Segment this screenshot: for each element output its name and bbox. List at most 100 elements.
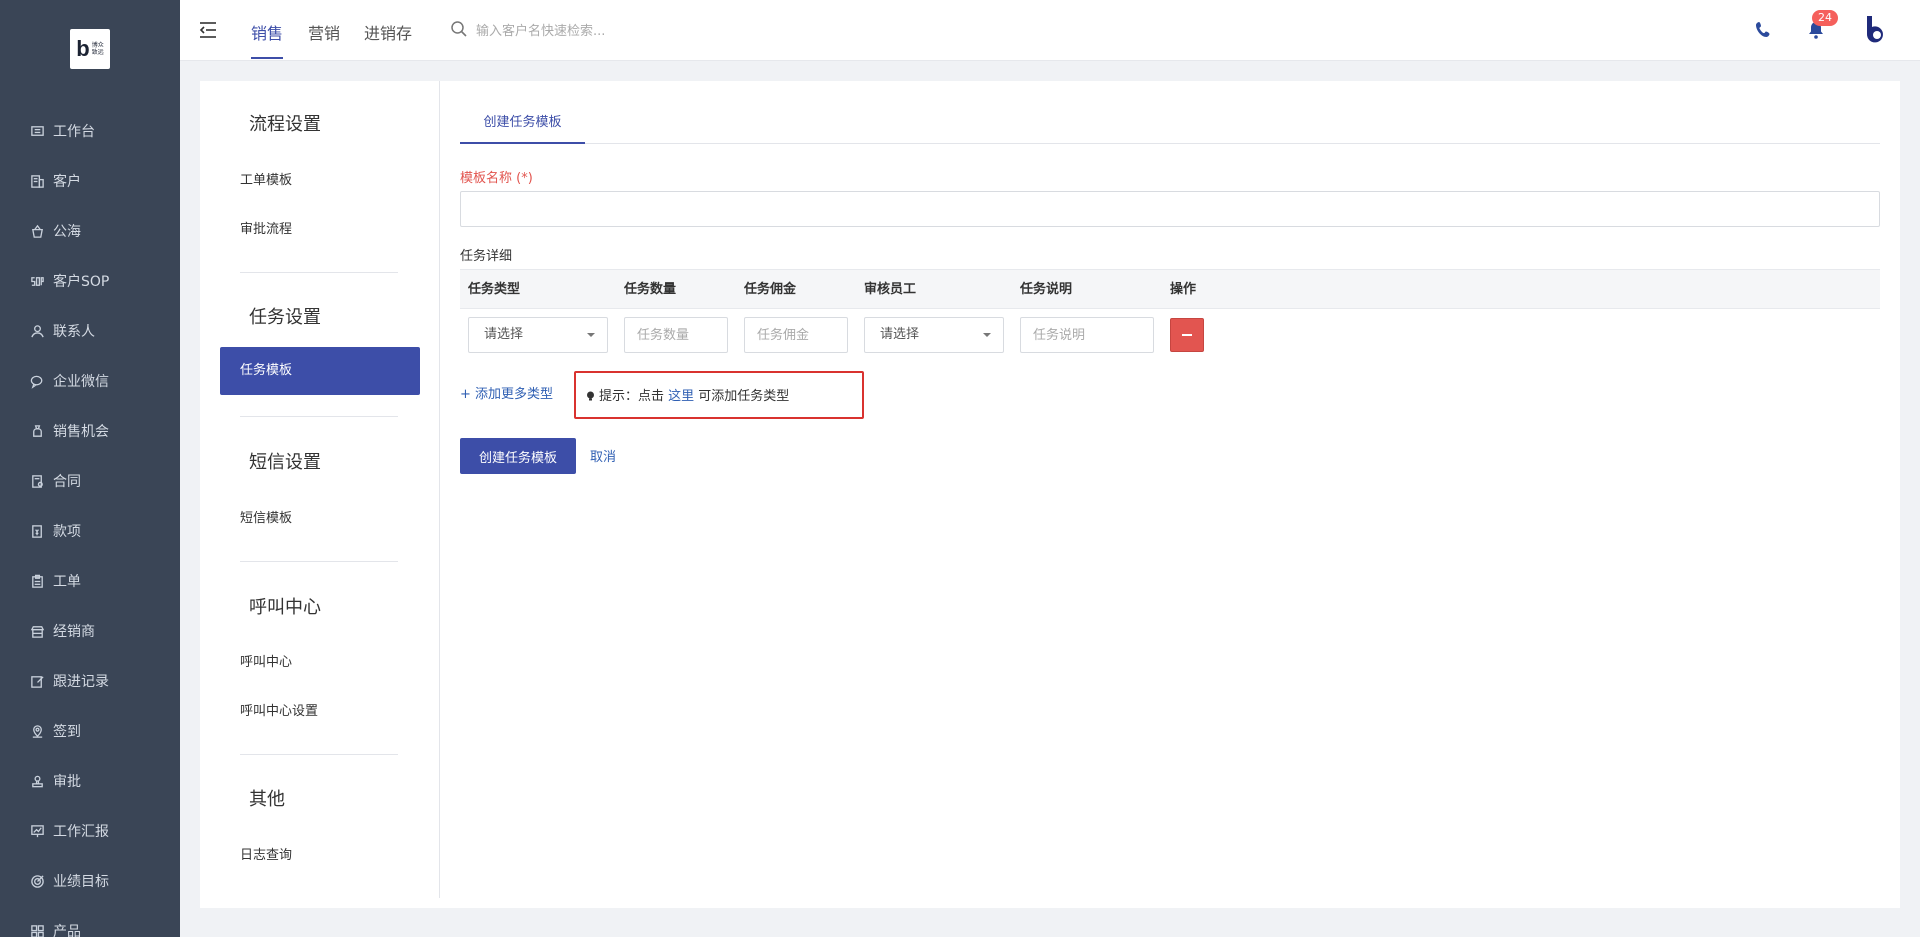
- divider: [240, 754, 398, 755]
- hint-suffix: 可添加任务类型: [694, 389, 790, 404]
- sidebar-nav: 工作台 客户 公海 客户SOP 联系人 企业微信 销售机会 合同 款项 工单 经…: [0, 106, 180, 937]
- settings-item-call-center[interactable]: 呼叫中心: [240, 651, 292, 670]
- form-tabbar: 创建任务模板: [460, 101, 1880, 144]
- brand-mark-icon[interactable]: [1858, 12, 1894, 48]
- group-title-workflow: 流程设置: [249, 114, 321, 135]
- settings-nav: 流程设置 工单模板 审批流程 任务设置 任务模板 短信设置 短信模板 呼叫中心 …: [200, 81, 440, 898]
- delete-row-button[interactable]: [1170, 318, 1204, 352]
- sidebar-item-label: 经销商: [53, 624, 95, 640]
- grid-icon: [28, 922, 46, 937]
- column-header-task-description: 任务说明: [1020, 282, 1073, 297]
- reviewer-select[interactable]: 请选择: [864, 317, 1004, 353]
- building-icon: [28, 172, 46, 190]
- column-header-task-quantity: 任务数量: [624, 282, 677, 297]
- sidebar-item-workbench[interactable]: 工作台: [0, 106, 180, 156]
- group-title-sms: 短信设置: [249, 452, 321, 473]
- tab-sales[interactable]: 销售: [251, 20, 283, 44]
- report-icon: [28, 822, 46, 840]
- sidebar-item-performance-target[interactable]: 业绩目标: [0, 856, 180, 906]
- sidebar-item-contract[interactable]: 合同: [0, 456, 180, 506]
- sidebar-item-label: 产品: [53, 924, 81, 937]
- phone-icon[interactable]: [1754, 19, 1774, 41]
- divider: [240, 416, 398, 417]
- task-type-select[interactable]: 请选择: [468, 317, 608, 353]
- sidebar-item-label: 工单: [53, 574, 81, 590]
- sidebar-item-work-order[interactable]: 工单: [0, 556, 180, 606]
- sidebar-item-customer-sop[interactable]: 客户SOP: [0, 256, 180, 306]
- chevron-down-icon: [983, 333, 991, 337]
- notification-count-badge: 24: [1812, 10, 1838, 26]
- minus-icon: [1182, 334, 1192, 336]
- task-details-label: 任务详细: [460, 249, 513, 264]
- task-commission-input[interactable]: [744, 317, 848, 353]
- tab-create-task-template[interactable]: 创建任务模板: [460, 101, 585, 144]
- chevron-down-icon: [587, 333, 595, 337]
- sidebar-item-label: 客户: [53, 174, 81, 190]
- tab-marketing[interactable]: 营销: [308, 20, 340, 44]
- store-icon: [28, 622, 46, 640]
- settings-item-approval-flow[interactable]: 审批流程: [240, 218, 292, 237]
- divider: [240, 272, 398, 273]
- settings-item-log-query[interactable]: 日志查询: [240, 844, 292, 863]
- hint-box: 提示：点击 这里 可添加任务类型: [574, 371, 864, 419]
- location-icon: [28, 722, 46, 740]
- settings-card: 流程设置 工单模板 审批流程 任务设置 任务模板 短信设置 短信模板 呼叫中心 …: [200, 81, 1900, 908]
- settings-item-task-template[interactable]: 任务模板: [220, 347, 420, 395]
- sidebar-item-customer[interactable]: 客户: [0, 156, 180, 206]
- sidebar-item-label: 联系人: [53, 324, 95, 340]
- group-title-call-center: 呼叫中心: [249, 597, 321, 618]
- logo-text-line2: 致远: [91, 49, 104, 56]
- task-quantity-input[interactable]: [624, 317, 728, 353]
- search-icon: [451, 21, 467, 37]
- stamp-icon: [28, 772, 46, 790]
- create-task-template-button[interactable]: 创建任务模板: [460, 438, 576, 474]
- sidebar-item-label: 销售机会: [53, 424, 109, 440]
- sidebar-item-follow-up[interactable]: 跟进记录: [0, 656, 180, 706]
- brand-logo[interactable]: b 博众 致远: [70, 29, 110, 69]
- sidebar-item-product[interactable]: 产品: [0, 906, 180, 937]
- column-header-actions: 操作: [1170, 282, 1197, 297]
- template-name-label: 模板名称 (*): [460, 171, 533, 186]
- contract-icon: [28, 472, 46, 490]
- reviewer-select-value: 请选择: [880, 327, 920, 342]
- sidebar-item-label: 工作台: [53, 124, 95, 140]
- template-name-input[interactable]: [460, 191, 1880, 227]
- sidebar-item-label: 审批: [53, 774, 81, 790]
- sidebar-item-wecom[interactable]: 企业微信: [0, 356, 180, 406]
- sidebar-item-dealer[interactable]: 经销商: [0, 606, 180, 656]
- add-more-types-link[interactable]: + 添加更多类型: [460, 383, 553, 402]
- column-header-task-commission: 任务佣金: [744, 282, 797, 297]
- sidebar-item-checkin[interactable]: 签到: [0, 706, 180, 756]
- hint-prefix: 提示：点击: [599, 389, 669, 404]
- task-table-header: 任务类型 任务数量 任务佣金 审核员工 任务说明 操作: [460, 269, 1880, 309]
- column-header-task-type: 任务类型: [468, 282, 521, 297]
- settings-item-call-center-settings[interactable]: 呼叫中心设置: [240, 700, 318, 719]
- moneybag-icon: [28, 422, 46, 440]
- sidebar-item-public-pool[interactable]: 公海: [0, 206, 180, 256]
- tab-inventory[interactable]: 进销存: [364, 20, 412, 44]
- task-description-input[interactable]: [1020, 317, 1154, 353]
- cancel-link[interactable]: 取消: [590, 446, 616, 465]
- divider: [240, 561, 398, 562]
- top-bar: 销售 营销 进销存 24: [180, 0, 1920, 61]
- menu-collapse-icon[interactable]: [198, 20, 218, 40]
- customer-search-input[interactable]: [476, 20, 736, 42]
- person-icon: [28, 322, 46, 340]
- sidebar-item-work-report[interactable]: 工作汇报: [0, 806, 180, 856]
- sidebar-item-label: 业绩目标: [53, 874, 109, 890]
- target-icon: [28, 872, 46, 890]
- sidebar-item-label: 跟进记录: [53, 674, 109, 690]
- lightbulb-icon: [587, 391, 594, 401]
- sidebar-item-label: 签到: [53, 724, 81, 740]
- task-template-form: 创建任务模板 模板名称 (*) 任务详细 任务类型 任务数量 任务佣金 审核员工…: [460, 81, 1880, 908]
- sidebar-item-sales-opportunity[interactable]: 销售机会: [0, 406, 180, 456]
- edit-icon: [28, 672, 46, 690]
- sidebar-item-label: 客户SOP: [53, 274, 110, 290]
- sidebar-item-approval[interactable]: 审批: [0, 756, 180, 806]
- hint-here-link[interactable]: 这里: [668, 389, 694, 404]
- settings-item-work-order-template[interactable]: 工单模板: [240, 169, 292, 188]
- settings-item-sms-template[interactable]: 短信模板: [240, 507, 292, 526]
- hint-text: 提示：点击 这里 可添加任务类型: [586, 385, 789, 404]
- sidebar-item-contacts[interactable]: 联系人: [0, 306, 180, 356]
- sidebar-item-payment[interactable]: 款项: [0, 506, 180, 556]
